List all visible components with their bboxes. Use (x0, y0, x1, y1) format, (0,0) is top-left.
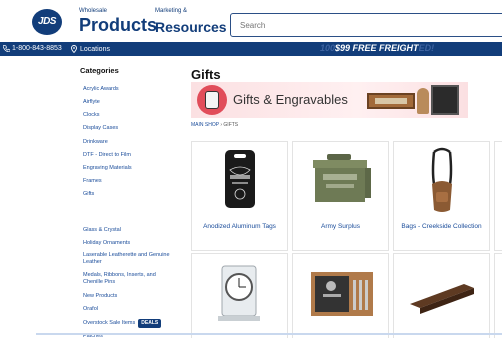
product-card-army-surplus[interactable]: Army Surplus (292, 141, 389, 251)
deals-badge: DEALS (138, 319, 162, 328)
product-card-slate-board[interactable] (292, 253, 389, 338)
category-sidebar: Categories (80, 66, 180, 83)
category-overstock-row[interactable]: Overstock Sale Items DEALS (83, 319, 183, 328)
brand-products-big: Products (79, 15, 158, 35)
map-pin-icon (71, 45, 77, 53)
banner-text: Gifts & Engravables (233, 92, 348, 107)
page-title: Gifts (191, 67, 221, 82)
locations-link[interactable]: Locations (71, 45, 110, 53)
category-glass-crystal[interactable]: Glass & Crystal (83, 227, 183, 234)
category-airflyte[interactable]: Airflyte (83, 99, 183, 106)
wood-desk-wedge-image (410, 284, 474, 314)
top-info-bar: 1-800-843-8853 Locations 100$99 FREE FRE… (0, 42, 502, 56)
anodized-tag-image (225, 150, 255, 208)
locations-label: Locations (80, 45, 110, 53)
jds-logo[interactable]: JDS (32, 9, 62, 35)
category-orafol[interactable]: Orafol (83, 306, 183, 313)
category-new-products[interactable]: New Products (83, 293, 183, 300)
breadcrumb-main-shop[interactable]: MAIN SHOP (191, 122, 219, 128)
search-input[interactable] (231, 14, 502, 36)
tag-icon (205, 91, 219, 109)
category-dtf[interactable]: DTF - Direct to Film (83, 152, 183, 159)
banner-slate-image (431, 85, 459, 115)
product-card-partial-1[interactable] (494, 141, 502, 251)
category-leatherette[interactable]: Laserable Leatherette and Genuine Leathe… (83, 252, 175, 266)
category-frames[interactable]: Frames (83, 178, 183, 185)
category-display-cases[interactable]: Display Cases (83, 125, 183, 132)
promo-text: $99 FREE FREIGHT (335, 43, 419, 53)
promo-suffix: ED! (418, 43, 435, 53)
product-label: Army Surplus (320, 223, 360, 230)
pen-box-inner (375, 98, 407, 104)
phone-link[interactable]: 1-800-843-8853 (3, 45, 62, 52)
breadcrumb-separator: › (220, 122, 223, 128)
brand-resources-big: Resources (155, 19, 227, 35)
sling-bag-image (431, 147, 453, 212)
search-box (230, 13, 502, 37)
brand-products-small: Wholesale (79, 8, 108, 14)
breadcrumb: MAIN SHOP › GIFTS (191, 122, 238, 128)
breadcrumb-gifts: GIFTS (223, 122, 239, 128)
category-overstock: Overstock Sale Items (83, 320, 136, 326)
categories-heading: Categories (80, 66, 119, 75)
product-card-anodized-tags[interactable]: Anodized Aluminum Tags (191, 141, 288, 251)
product-card-wood-nameplate[interactable] (393, 253, 490, 338)
category-gifts[interactable]: Gifts (83, 191, 183, 198)
category-drinkware[interactable]: Drinkware (83, 139, 183, 146)
category-acrylic-awards[interactable]: Acrylic Awards (83, 86, 183, 93)
promo-banner[interactable]: 100$99 FREE FREIGHTED! (320, 43, 434, 53)
phone-number: 1-800-843-8853 (12, 45, 62, 52)
ammo-can-image (313, 154, 371, 202)
banner-pen-box-image (367, 93, 415, 109)
category-clocks[interactable]: Clocks (83, 112, 183, 119)
gifts-banner: Gifts & Engravables (191, 82, 468, 118)
bottom-divider (36, 333, 502, 335)
banner-cutting-board-image (417, 88, 429, 114)
site-header: JDS Wholesale Products Marketing & Resou… (0, 0, 502, 42)
phone-icon (3, 45, 10, 52)
product-card-creekside-bags[interactable]: Bags - Creekside Collection (393, 141, 490, 251)
brand-resources-small: Marketing & (155, 8, 188, 14)
product-label: Anodized Aluminum Tags (203, 223, 276, 230)
category-holiday-ornaments[interactable]: Holiday Ornaments (83, 240, 183, 247)
promo-prefix: 100 (320, 43, 336, 53)
slate-cheese-board-image (311, 272, 373, 316)
product-label: Bags - Creekside Collection (401, 223, 482, 230)
brand-products-link[interactable]: Wholesale Products (79, 8, 157, 35)
product-card-clock[interactable] (191, 253, 288, 338)
product-card-partial-2[interactable] (494, 253, 502, 338)
clock-image (218, 265, 260, 321)
category-engraving-materials[interactable]: Engraving Materials (83, 165, 183, 172)
brand-resources-link[interactable]: Marketing & Resources (155, 8, 227, 37)
category-medals[interactable]: Medals, Ribbons, Inserts, and Chenille P… (83, 272, 175, 286)
